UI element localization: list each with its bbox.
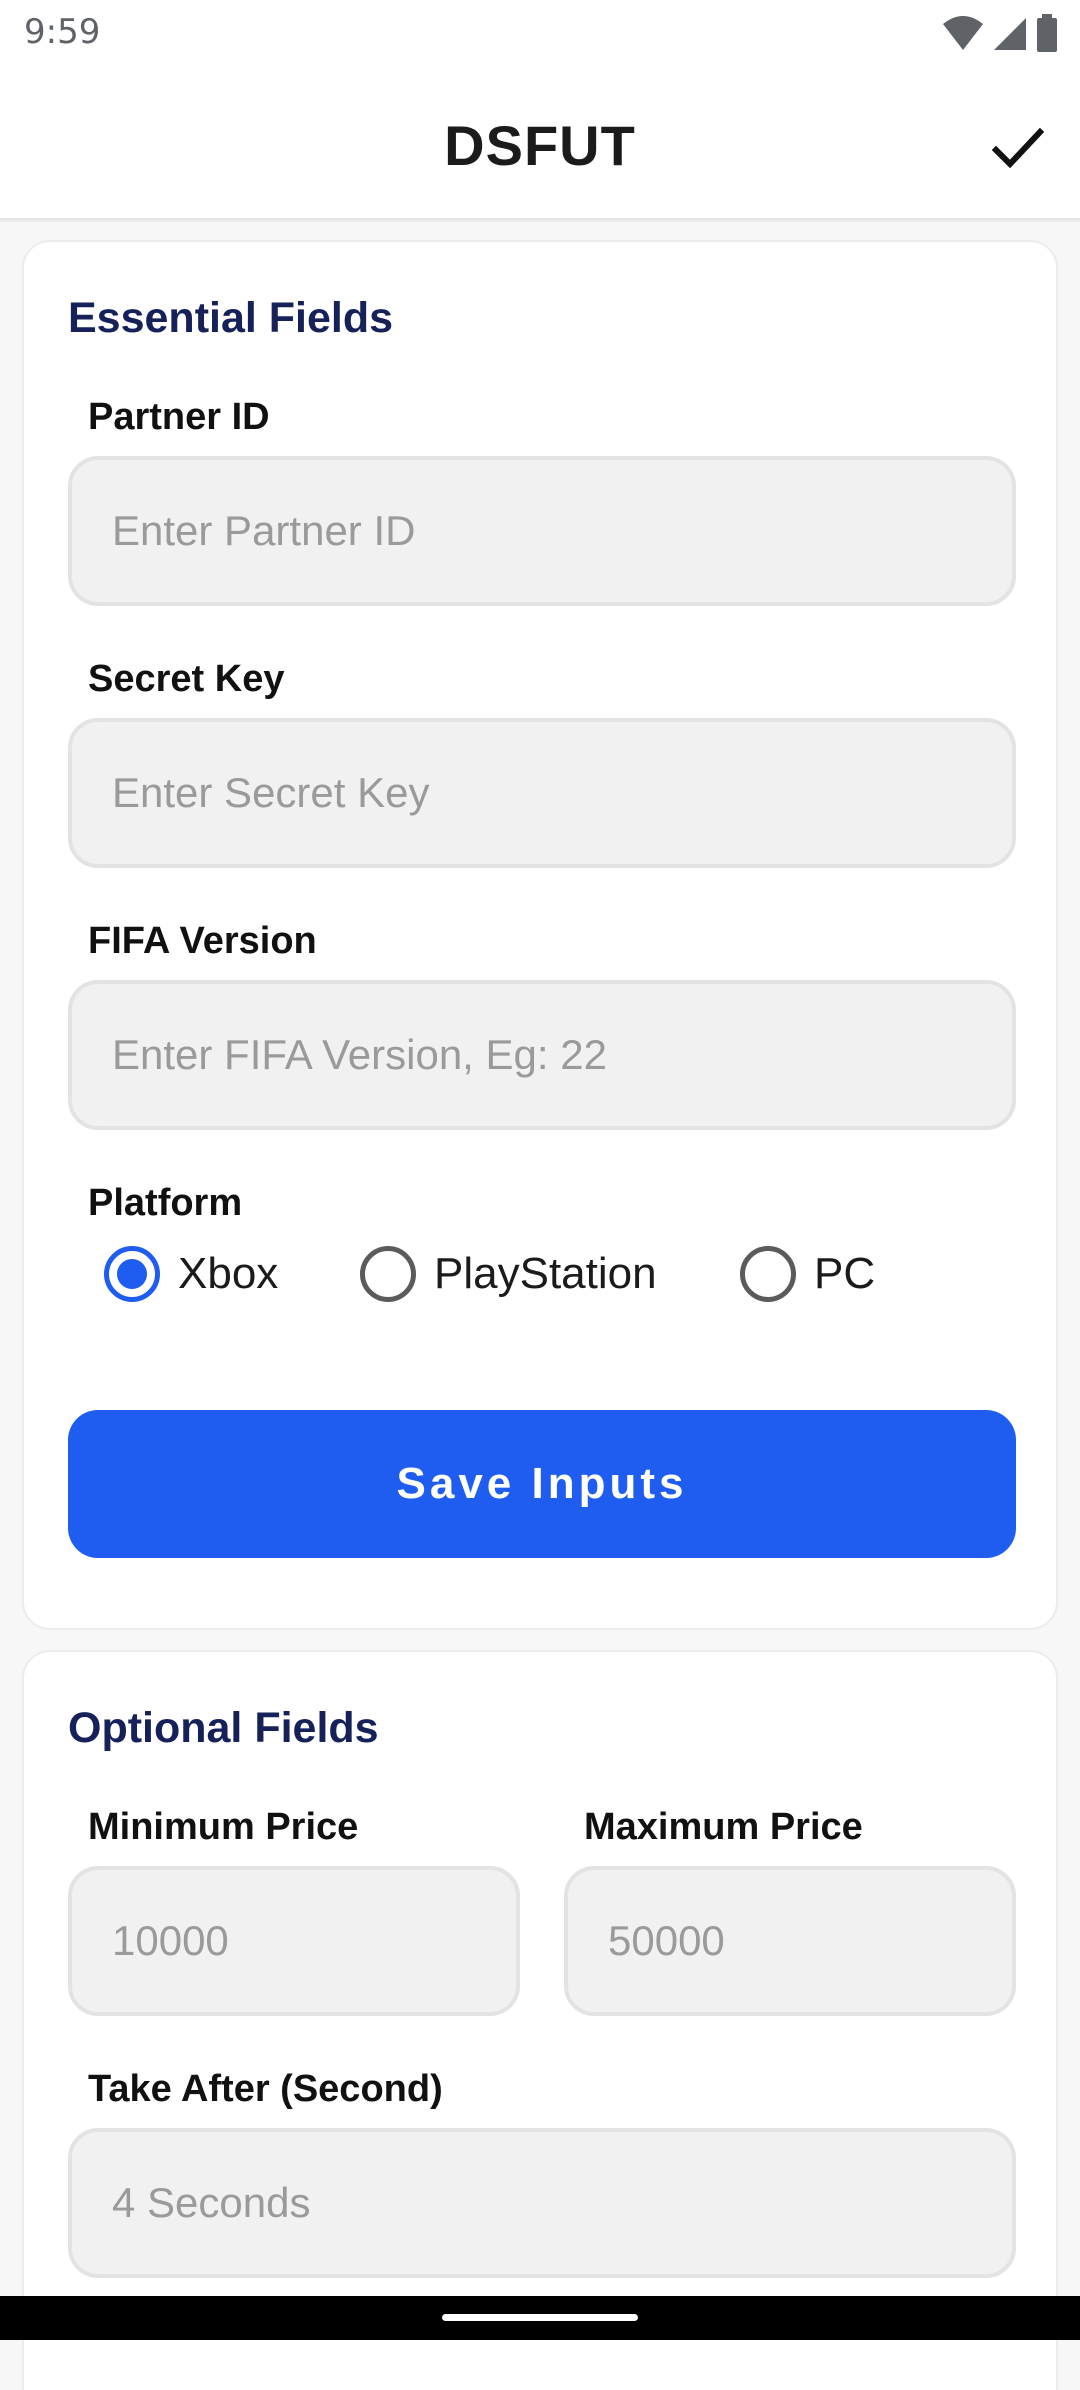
partner-id-field — [68, 456, 1016, 606]
fifa-version-label: FIFA Version — [88, 920, 317, 962]
essential-fields-card: Essential Fields Partner ID Secret Key F… — [22, 240, 1058, 1630]
take-after-field — [68, 2128, 1016, 2278]
radio-label-playstation: PlayStation — [434, 1249, 657, 1298]
optional-fields-card: Optional Fields Minimum Price Maximum Pr… — [22, 1650, 1058, 2390]
partner-id-label: Partner ID — [88, 396, 270, 438]
radio-unchecked-icon — [740, 1246, 796, 1302]
radio-checked-icon — [104, 1246, 160, 1302]
page-title: DSFUT — [444, 114, 636, 177]
partner-id-input[interactable] — [72, 460, 1012, 602]
confirm-button[interactable] — [980, 110, 1056, 186]
app-bar: DSFUT — [0, 68, 1080, 220]
radio-pc[interactable]: PC — [740, 1244, 875, 1304]
fifa-version-field — [68, 980, 1016, 1130]
take-after-label: Take After (Second) — [88, 2068, 443, 2110]
section-title-optional: Optional Fields — [68, 1704, 379, 1752]
radio-label-xbox: Xbox — [178, 1249, 279, 1298]
min-price-label: Minimum Price — [88, 1806, 359, 1848]
take-after-input[interactable] — [72, 2132, 1012, 2274]
status-time: 9:59 — [24, 12, 101, 52]
status-icons — [941, 14, 1060, 54]
max-price-field — [564, 1866, 1016, 2016]
signal-icon — [993, 18, 1026, 50]
min-price-input[interactable] — [72, 1870, 516, 2012]
secret-key-field — [68, 718, 1016, 868]
radio-playstation[interactable]: PlayStation — [360, 1244, 657, 1304]
status-bar: 9:59 — [0, 0, 1080, 68]
secret-key-input[interactable] — [72, 722, 1012, 864]
check-icon — [991, 127, 1045, 169]
wifi-icon — [943, 16, 984, 50]
max-price-label: Maximum Price — [584, 1806, 863, 1848]
platform-label: Platform — [88, 1182, 243, 1224]
secret-key-label: Secret Key — [88, 658, 285, 700]
home-handle[interactable] — [442, 2314, 638, 2321]
navigation-bar — [0, 2296, 1080, 2340]
save-inputs-button[interactable]: Save Inputs — [68, 1410, 1016, 1558]
min-price-field — [68, 1866, 520, 2016]
section-title-essential: Essential Fields — [68, 294, 394, 342]
fifa-version-input[interactable] — [72, 984, 1012, 1126]
battery-icon — [1037, 14, 1057, 52]
radio-unchecked-icon — [360, 1246, 416, 1302]
radio-label-pc: PC — [814, 1249, 876, 1298]
radio-xbox[interactable]: Xbox — [104, 1244, 278, 1304]
max-price-input[interactable] — [568, 1870, 1012, 2012]
